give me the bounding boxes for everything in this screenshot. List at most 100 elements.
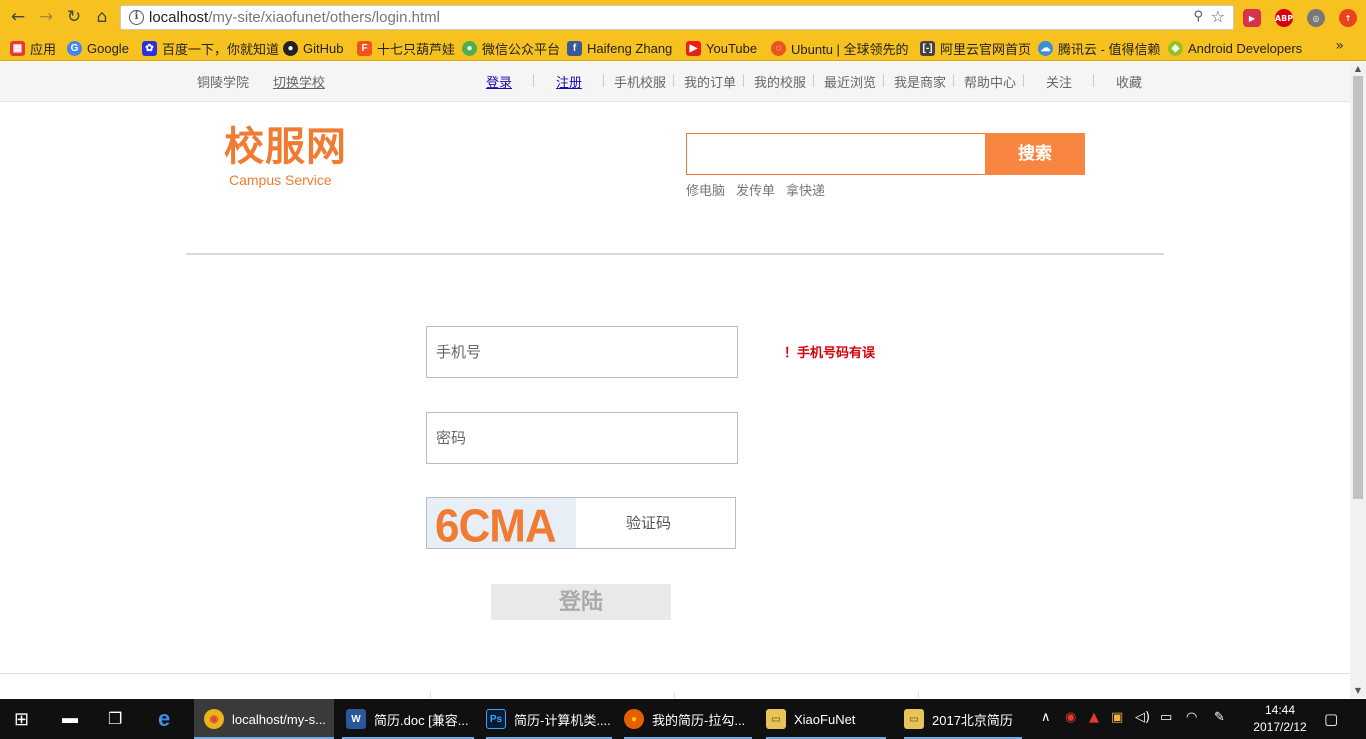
topbar-link-help[interactable]: 帮助中心 <box>964 72 1016 91</box>
bookmark-google[interactable]: G Google <box>67 39 129 57</box>
bookmark-ubuntu[interactable]: ◌ Ubuntu | 全球领先的 <box>771 39 909 57</box>
clock-time: 14:44 <box>1264 703 1296 717</box>
scroll-down-icon[interactable]: ▼ <box>1350 684 1366 698</box>
topbar-divider <box>743 74 744 87</box>
home-icon[interactable]: ⌂ <box>91 6 113 28</box>
captcha-code: 6CMA <box>435 500 557 548</box>
app-tray-icon[interactable]: ▣ <box>1111 710 1123 725</box>
wifi-icon[interactable]: ◠ <box>1186 710 1197 725</box>
topbar-link-merchant[interactable]: 我是商家 <box>894 72 946 91</box>
clock-date: 2017/2/12 <box>1253 720 1307 734</box>
extension-upload-icon[interactable]: ↑ <box>1339 9 1357 27</box>
search-input[interactable] <box>686 133 986 175</box>
logo-text: 校服网 <box>224 124 347 170</box>
bookmark-star-icon[interactable]: ☆ <box>1211 7 1225 26</box>
topbar-divider <box>533 74 534 87</box>
netease-music-icon[interactable]: ◉ <box>1065 710 1076 725</box>
login-link[interactable]: 登录 <box>486 72 512 91</box>
bookmark-facebook[interactable]: f Haifeng Zhang <box>567 39 672 57</box>
input-method-icon[interactable]: ✎ <box>1214 710 1225 725</box>
hot-search-link[interactable]: 发传单 <box>736 180 775 199</box>
bookmark-huluwa[interactable]: F 十七只葫芦娃 <box>357 39 455 57</box>
login-submit-button[interactable]: 登陆 <box>491 584 671 620</box>
bookmark-wechat[interactable]: ● 微信公众平台 <box>462 39 560 57</box>
site-logo[interactable]: 校服网 Campus Service <box>224 122 364 192</box>
tray-expand-chevron-icon[interactable]: ∧ <box>1041 710 1051 725</box>
photoshop-icon: Ps <box>486 709 506 729</box>
back-arrow-icon[interactable]: ← <box>7 6 29 28</box>
taskbar-item-folder-resume[interactable]: ▭ 2017北京简历 <box>900 699 1026 739</box>
register-link[interactable]: 注册 <box>556 72 582 91</box>
site-topbar: 铜陵学院 切换学校 登录 注册 手机校服 我的订单 我的校服 最近浏览 我是商家… <box>0 62 1350 102</box>
page-content: 铜陵学院 切换学校 登录 注册 手机校服 我的订单 我的校服 最近浏览 我是商家… <box>0 62 1350 698</box>
forward-arrow-icon[interactable]: → <box>35 6 57 28</box>
hot-search-link[interactable]: 修电脑 <box>686 180 725 199</box>
volume-icon[interactable]: ◁) <box>1135 710 1150 725</box>
windows-start-icon[interactable]: ⊞ <box>14 699 29 739</box>
bookmark-android[interactable]: ◆ Android Developers <box>1168 39 1302 57</box>
search-button[interactable]: 搜索 <box>985 133 1085 175</box>
phone-error-message: ！手机号码有误 <box>784 346 876 361</box>
topbar-divider <box>883 74 884 87</box>
taskbar-item-firefox[interactable]: ● 我的简历-拉勾... <box>620 699 756 739</box>
edge-icon[interactable]: e <box>158 699 170 739</box>
current-school: 铜陵学院 <box>197 76 250 91</box>
footer-divider <box>0 673 1350 674</box>
hot-search-link[interactable]: 拿快递 <box>786 180 825 199</box>
address-bar[interactable]: i localhost/my-site/xiaofunet/others/log… <box>120 5 1234 30</box>
extension-reel-icon[interactable]: ◎ <box>1307 9 1325 27</box>
taskbar-item-chrome[interactable]: ◉ localhost/my-s... <box>194 699 334 739</box>
folder-icon: ▭ <box>766 709 786 729</box>
topbar-link-favorites[interactable]: 收藏 <box>1116 72 1142 91</box>
reload-icon[interactable]: ↻ <box>63 6 85 28</box>
captcha-image[interactable]: 6CMA <box>427 498 576 548</box>
bookmarks-bar: ▦ 应用 G Google ✿ 百度一下，你就知道 ● GitHub F 十七只葫芦娃 ●… <box>0 36 1366 61</box>
bookmark-tencent-cloud[interactable]: ☁ 腾讯云 - 值得信赖 <box>1038 39 1161 57</box>
taskbar-item-xiaofunet[interactable]: ▭ XiaoFuNet <box>762 699 890 739</box>
topbar-link-my-uniform[interactable]: 我的校服 <box>754 72 806 91</box>
system-clock[interactable]: 14:44 2017/2/12 <box>1245 702 1315 736</box>
phone-input[interactable]: 手机号 <box>426 326 738 378</box>
adblock-icon[interactable]: ABP <box>1275 9 1293 27</box>
topbar-divider <box>1093 74 1094 87</box>
google-icon: G <box>67 40 82 56</box>
topbar-link-recent[interactable]: 最近浏览 <box>824 72 876 91</box>
bookmark-youtube[interactable]: ▶ YouTube <box>686 39 757 57</box>
taskbar-item-photoshop[interactable]: Ps 简历-计算机类.... <box>482 699 616 739</box>
scroll-up-icon[interactable]: ▲ <box>1350 62 1366 76</box>
header-divider <box>186 253 1164 255</box>
chrome-icon: ◉ <box>204 709 224 729</box>
firefox-icon: ● <box>624 709 644 729</box>
extension-video-icon[interactable]: ▶ <box>1243 9 1261 27</box>
captcha-input[interactable]: 验证码 <box>626 498 671 548</box>
topbar-link-mobile[interactable]: 手机校服 <box>614 72 666 91</box>
topbar-link-orders[interactable]: 我的订单 <box>684 72 736 91</box>
stock-tray-icon[interactable]: ▲ <box>1089 710 1099 725</box>
github-icon: ● <box>283 40 298 56</box>
footer-column-divider <box>674 692 675 698</box>
captcha-field: 6CMA 验证码 <box>426 497 736 549</box>
bookmark-github[interactable]: ● GitHub <box>283 39 343 57</box>
tencent-cloud-icon: ☁ <box>1038 40 1053 56</box>
page-scrollbar[interactable]: ▲ ▼ <box>1350 62 1366 698</box>
cortana-icon[interactable]: ▬ <box>62 699 78 739</box>
notification-center-icon[interactable]: ▢ <box>1324 710 1338 728</box>
taskbar-item-word[interactable]: W 简历.doc [兼容... <box>338 699 478 739</box>
task-view-icon[interactable]: ❐ <box>108 699 122 739</box>
android-icon: ◆ <box>1168 40 1183 56</box>
pin-icon[interactable]: ⚲ <box>1193 9 1203 24</box>
topbar-link-follow[interactable]: 关注 <box>1046 72 1072 91</box>
folder-icon: ▭ <box>904 709 924 729</box>
scrollbar-thumb[interactable] <box>1353 76 1363 499</box>
bookmark-apps[interactable]: ▦ 应用 <box>10 39 56 57</box>
bookmark-baidu[interactable]: ✿ 百度一下，你就知道 <box>142 39 279 57</box>
windows-taskbar: ⊞ ▬ ❐ e ◉ localhost/my-s... W 简历.doc [兼容… <box>0 699 1366 739</box>
word-icon: W <box>346 709 366 729</box>
switch-school-link[interactable]: 切换学校 <box>273 72 325 91</box>
password-input[interactable]: 密码 <box>426 412 738 464</box>
info-icon[interactable]: i <box>129 10 144 25</box>
address-url[interactable]: localhost/my-site/xiaofunet/others/login… <box>149 9 440 26</box>
battery-icon[interactable]: ▭ <box>1160 710 1172 725</box>
bookmark-aliyun[interactable]: [-] 阿里云官网首页 <box>920 39 1031 57</box>
bookmarks-overflow-chevron[interactable]: » <box>1335 38 1344 54</box>
